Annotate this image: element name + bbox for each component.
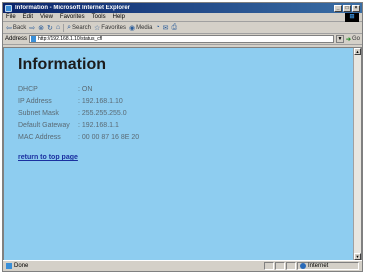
back-label: Back <box>12 24 27 31</box>
go-button[interactable]: ➔ Go <box>346 36 360 43</box>
zone-label: Internet <box>308 263 329 269</box>
stop-icon: ⊗ <box>38 24 44 32</box>
mail-button[interactable]: ✉ <box>163 24 169 32</box>
info-label: IP Address <box>18 98 52 105</box>
favorites-button[interactable]: ☆ Favorites <box>94 24 126 32</box>
info-value: : ON <box>78 86 93 93</box>
mail-icon: ✉ <box>162 24 169 32</box>
menu-help[interactable]: Help <box>113 14 125 20</box>
menu-bar: File Edit View Favorites Tools Help ⊞ <box>3 13 362 22</box>
info-value: : 192.168.1.1 <box>78 122 119 129</box>
menu-file[interactable]: File <box>6 14 16 20</box>
menu-favorites[interactable]: Favorites <box>60 14 85 20</box>
forward-arrow-icon: ⇨ <box>29 24 36 32</box>
home-button[interactable]: ⌂ <box>56 24 60 31</box>
vertical-scrollbar[interactable]: ▲ ▼ <box>353 48 361 260</box>
search-button[interactable]: ⌕ Search <box>67 24 91 32</box>
info-label: DHCP <box>18 86 38 93</box>
page-content: Information DHCP : ON IP Address : 192.1… <box>4 48 354 260</box>
info-row-dhcp: DHCP : ON <box>18 84 354 96</box>
window-title: Information - Microsoft Internet Explore… <box>15 5 131 11</box>
search-icon: ⌕ <box>67 23 71 31</box>
scroll-up-button[interactable]: ▲ <box>354 48 361 55</box>
toolbar-separator <box>63 23 65 32</box>
menu-edit[interactable]: Edit <box>23 14 33 20</box>
status-bar: Done Internet <box>3 260 362 271</box>
maximize-button[interactable]: □ <box>343 4 351 12</box>
toolbar: ⇦ Back ⇨ ⊗ ↻ ⌂ ⌕ Search ☆ Favorites ◉ Me… <box>3 22 362 34</box>
address-url: http://192.168.1.10/status_cfl <box>38 36 103 42</box>
info-label: Subnet Mask <box>18 110 59 117</box>
info-label: Default Gateway <box>18 122 70 129</box>
status-pane <box>275 262 285 270</box>
media-label: Media <box>136 24 153 31</box>
windows-logo-icon: ⊞ <box>345 13 359 22</box>
media-button[interactable]: ◉ Media <box>129 24 152 32</box>
search-label: Search <box>72 24 92 31</box>
status-pane <box>264 262 274 270</box>
go-label: Go <box>351 36 360 42</box>
page-done-icon <box>6 263 12 269</box>
content-frame: Information DHCP : ON IP Address : 192.1… <box>3 47 362 261</box>
print-button[interactable]: ⎙ <box>172 24 178 32</box>
globe-icon <box>300 263 306 269</box>
back-arrow-icon: ⇦ <box>6 24 12 32</box>
ie-icon <box>5 4 12 12</box>
favorites-star-icon: ☆ <box>94 24 101 32</box>
browser-window: Information - Microsoft Internet Explore… <box>2 2 363 272</box>
scroll-down-button[interactable]: ▼ <box>354 253 361 260</box>
return-to-top-link[interactable]: return to top page <box>18 154 78 161</box>
page-title: Information <box>18 56 106 73</box>
status-pane <box>286 262 296 270</box>
menu-tools[interactable]: Tools <box>92 14 106 20</box>
refresh-button[interactable]: ↻ <box>47 24 53 32</box>
menu-view[interactable]: View <box>40 14 53 20</box>
title-bar[interactable]: Information - Microsoft Internet Explore… <box>3 3 362 13</box>
address-input[interactable]: http://192.168.1.10/status_cfl <box>29 35 334 43</box>
forward-button[interactable]: ⇨ <box>29 24 35 32</box>
home-icon: ⌂ <box>55 24 61 31</box>
info-row-ip-address: IP Address : 192.168.1.10 <box>18 96 354 108</box>
info-row-subnet-mask: Subnet Mask : 255.255.255.0 <box>18 108 354 120</box>
print-icon: ⎙ <box>171 23 178 31</box>
info-value: : 255.255.255.0 <box>78 110 127 117</box>
info-value: : 192.168.1.10 <box>78 98 123 105</box>
stop-button[interactable]: ⊗ <box>38 24 44 32</box>
media-icon: ◉ <box>128 24 136 32</box>
history-button[interactable]: ◔ <box>155 24 159 31</box>
info-value: : 00 00 87 16 8E 20 <box>78 134 140 141</box>
minimize-button[interactable]: _ <box>334 4 342 12</box>
history-icon: ◔ <box>155 24 160 31</box>
favorites-label: Favorites <box>101 24 126 31</box>
address-label: Address <box>5 36 28 42</box>
security-zone: Internet <box>297 262 359 270</box>
info-label: MAC Address <box>18 134 61 141</box>
page-icon <box>31 36 37 42</box>
status-text: Done <box>14 263 29 269</box>
close-button[interactable]: × <box>352 4 360 12</box>
info-row-mac-address: MAC Address : 00 00 87 16 8E 20 <box>18 132 354 144</box>
info-row-default-gateway: Default Gateway : 192.168.1.1 <box>18 120 354 132</box>
go-arrow-icon: ➔ <box>345 36 351 43</box>
address-bar: Address http://192.168.1.10/status_cfl ▼… <box>3 34 362 45</box>
back-button[interactable]: ⇦ Back <box>6 24 26 32</box>
address-dropdown-button[interactable]: ▼ <box>335 35 344 43</box>
refresh-icon: ↻ <box>46 24 53 32</box>
